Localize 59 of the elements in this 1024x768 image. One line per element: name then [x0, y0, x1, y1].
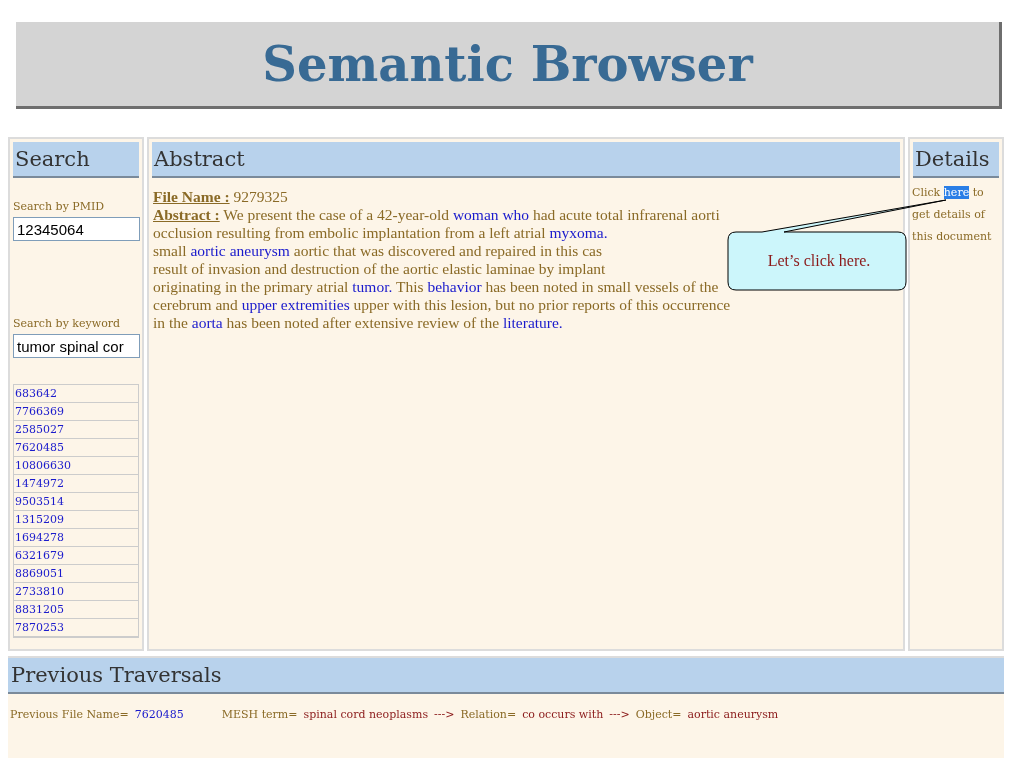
- details-text: Click here to get details of this document: [911, 185, 993, 245]
- field-label: File Name :: [153, 188, 230, 205]
- abstract-text: occlusion resulting from embolic implantation from a left atrial: [153, 224, 547, 241]
- file-link[interactable]: 7620485: [134, 708, 184, 721]
- abstract-text: We present the case of a 42-year-old: [223, 206, 450, 223]
- field-label: Search by PMID: [13, 200, 106, 213]
- abstract-text: aortic that was discovered and repaired in this cas: [292, 242, 602, 259]
- result-link[interactable]: 9503514: [14, 493, 138, 511]
- term-link[interactable]: tumor.: [352, 278, 393, 295]
- panel-heading: Details: [913, 142, 999, 178]
- term-link[interactable]: upper extremities: [241, 296, 350, 313]
- arrow-text: --->: [434, 708, 455, 721]
- abstract-text: has been noted after extensive review of the: [225, 314, 501, 331]
- panel-heading: Abstract: [152, 142, 900, 178]
- result-link[interactable]: 7870253: [14, 619, 138, 637]
- panel-heading: Previous Traversals: [8, 658, 1004, 694]
- pmid-input[interactable]: 12345064: [13, 217, 140, 241]
- field-label: Object=: [635, 708, 682, 721]
- field-value: spinal cord neoplasms: [303, 708, 429, 721]
- result-link[interactable]: 8831205: [14, 601, 138, 619]
- field-label: Previous File Name=: [10, 708, 129, 721]
- abstract-text: result of invasion and destruction of the aortic elastic laminae by implant: [153, 260, 606, 277]
- result-link[interactable]: 6321679: [14, 547, 138, 565]
- result-link[interactable]: 683642: [14, 385, 138, 403]
- result-link[interactable]: 2585027: [14, 421, 138, 439]
- field-label: Relation=: [460, 708, 517, 721]
- abstract-text: originating in the primary atrial: [153, 278, 350, 295]
- result-link[interactable]: 8869051: [14, 565, 138, 583]
- term-link[interactable]: aorta: [191, 314, 223, 331]
- file-name: 9279325: [233, 188, 288, 205]
- result-link[interactable]: 7620485: [14, 439, 138, 457]
- term-link[interactable]: woman who: [452, 206, 530, 223]
- result-link[interactable]: 1474972: [14, 475, 138, 493]
- abstract-text: in the: [153, 314, 189, 331]
- details-link[interactable]: here: [943, 186, 970, 199]
- abstract-text: had acute total infrarenal aorti: [531, 206, 720, 223]
- app-title: Semantic Browser: [262, 36, 753, 92]
- abstract-text: cerebrum and: [153, 296, 239, 313]
- abstract-text: small: [153, 242, 188, 259]
- result-link[interactable]: 1694278: [14, 529, 138, 547]
- field-label: MESH term=: [221, 708, 298, 721]
- term-link[interactable]: myxoma.: [549, 224, 608, 241]
- term-link[interactable]: literature.: [502, 314, 563, 331]
- term-link[interactable]: aortic aneurysm: [190, 242, 290, 259]
- result-link[interactable]: 1315209: [14, 511, 138, 529]
- result-link[interactable]: 10806630: [14, 457, 138, 475]
- field-label: Abstract :: [153, 206, 220, 223]
- panel-heading: Search: [13, 142, 139, 178]
- result-link[interactable]: 7766369: [14, 403, 138, 421]
- abstract-text: This: [394, 278, 425, 295]
- result-link[interactable]: 2733810: [14, 583, 138, 601]
- field-value: co occurs with: [522, 708, 604, 721]
- field-label: Search by keyword: [13, 317, 122, 330]
- abstract-text: has been noted in small vessels of the: [484, 278, 719, 295]
- arrow-text: --->: [609, 708, 630, 721]
- term-link[interactable]: behavior: [427, 278, 482, 295]
- keyword-input[interactable]: tumor spinal cor: [13, 334, 140, 358]
- abstract-text: upper with this lesion, but no prior reports of this occurrence: [352, 296, 731, 313]
- field-value: aortic aneurysm: [687, 708, 779, 721]
